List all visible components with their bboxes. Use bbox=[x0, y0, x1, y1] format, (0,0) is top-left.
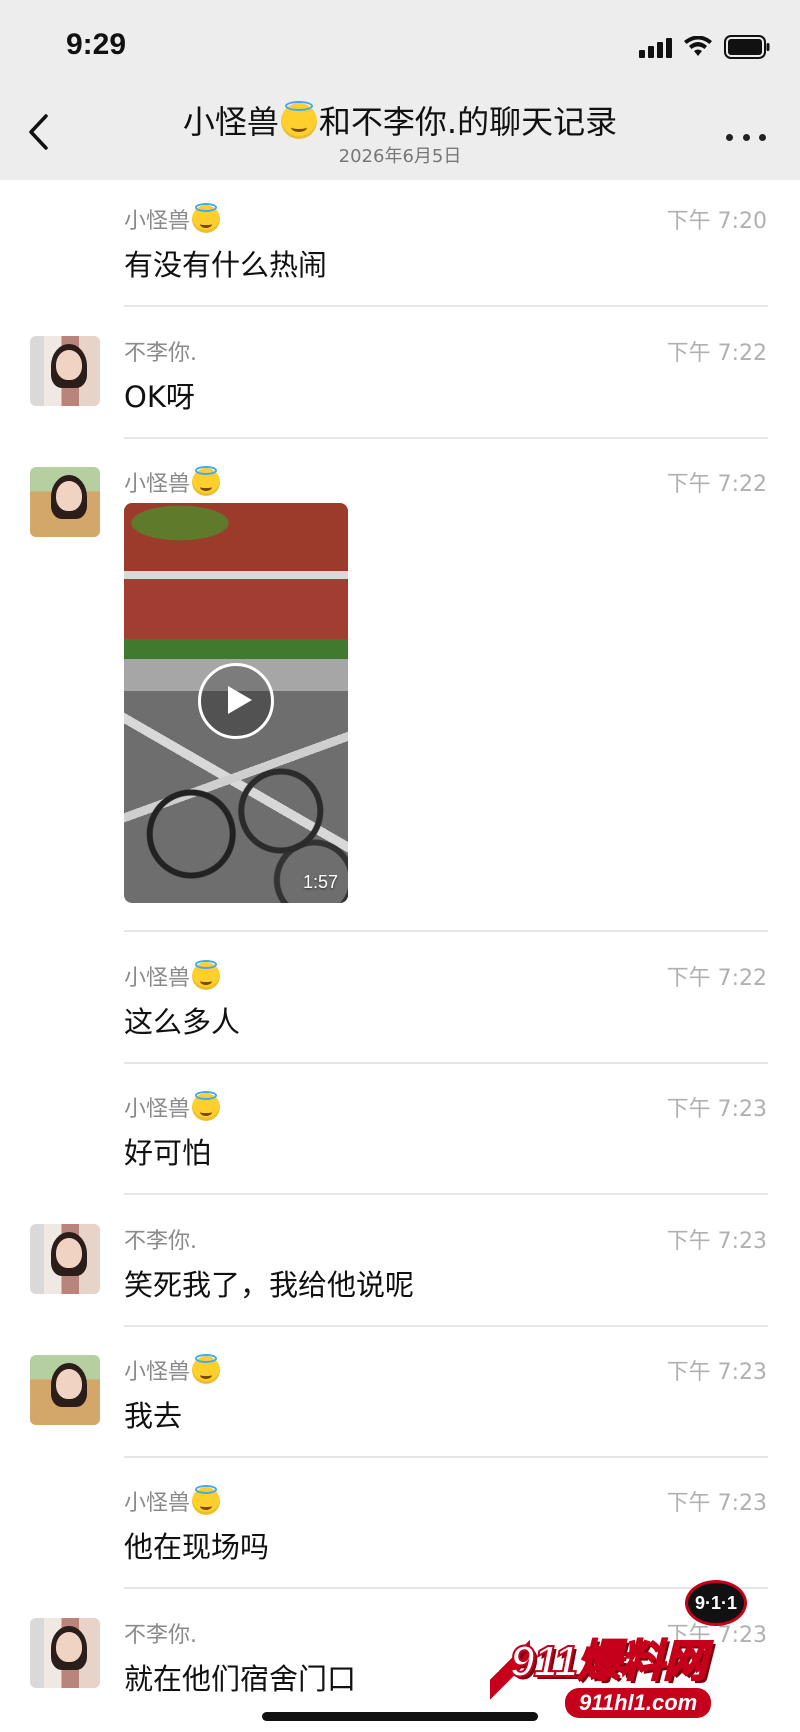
halo-smile-emoji-icon bbox=[192, 960, 221, 990]
divider bbox=[124, 1193, 768, 1195]
message-time: 下午 7:23 bbox=[666, 1097, 767, 1122]
home-indicator[interactable] bbox=[262, 1712, 538, 1721]
signal-icon bbox=[639, 36, 672, 58]
status-icons bbox=[639, 32, 770, 62]
sender-name: 不李你. bbox=[124, 1229, 197, 1254]
sender-name: 小怪兽 bbox=[124, 466, 222, 498]
divider bbox=[124, 437, 768, 439]
message-time: 下午 7:22 bbox=[666, 472, 767, 497]
navigation-bar: 9:29 小怪兽 和不李你.的聊天记录 2026年6月5日 bbox=[0, 0, 800, 180]
watermark-brand: 911爆料网 bbox=[509, 1636, 708, 1687]
message-time: 下午 7:22 bbox=[666, 341, 767, 366]
halo-smile-emoji-icon bbox=[192, 1485, 221, 1515]
message-text[interactable]: 他在现场吗 bbox=[124, 1524, 269, 1566]
chat-date: 2026年6月5日 bbox=[338, 146, 462, 167]
wifi-icon bbox=[684, 36, 712, 58]
title-suffix: 和不李你.的聊天记录 bbox=[318, 103, 618, 141]
avatar[interactable] bbox=[30, 1355, 100, 1425]
battery-icon bbox=[724, 35, 770, 59]
avatar[interactable] bbox=[30, 1224, 100, 1294]
video-thumbnail[interactable]: 1:57 bbox=[124, 503, 348, 903]
sender-name: 小怪兽 bbox=[124, 960, 222, 992]
halo-smile-emoji-icon bbox=[280, 100, 317, 139]
status-time: 9:29 bbox=[66, 28, 127, 61]
divider bbox=[124, 930, 768, 932]
sender-name: 不李你. bbox=[124, 341, 197, 366]
divider bbox=[124, 1062, 768, 1064]
watermark-badge: 9·1·1 bbox=[685, 1580, 747, 1626]
message-time: 下午 7:23 bbox=[666, 1229, 767, 1254]
divider bbox=[124, 305, 768, 307]
halo-smile-emoji-icon bbox=[192, 466, 221, 496]
avatar[interactable] bbox=[30, 336, 100, 406]
title-sender-name: 小怪兽 bbox=[182, 103, 279, 141]
video-duration: 1:57 bbox=[302, 872, 338, 892]
message-time: 下午 7:22 bbox=[666, 966, 767, 991]
message-text[interactable]: 我去 bbox=[124, 1393, 182, 1435]
divider bbox=[124, 1456, 768, 1458]
watermark-site: 911hl1.com bbox=[565, 1688, 712, 1718]
play-icon[interactable] bbox=[198, 663, 274, 739]
message-time: 下午 7:20 bbox=[666, 209, 767, 234]
message-text[interactable]: 就在他们宿舍门口 bbox=[124, 1656, 356, 1698]
sender-name: 小怪兽 bbox=[124, 1091, 222, 1123]
message-text[interactable]: 这么多人 bbox=[124, 999, 240, 1041]
avatar[interactable] bbox=[30, 467, 100, 537]
divider bbox=[124, 1325, 768, 1327]
message-text[interactable]: OK呀 bbox=[124, 374, 195, 416]
sender-name: 小怪兽 bbox=[124, 203, 222, 235]
halo-smile-emoji-icon bbox=[192, 1354, 221, 1384]
watermark-logo: 9·1·1 911爆料网 911hl1.com bbox=[490, 1580, 790, 1730]
sender-name: 小怪兽 bbox=[124, 1485, 222, 1517]
avatar[interactable] bbox=[30, 1618, 100, 1688]
message-time: 下午 7:23 bbox=[666, 1360, 767, 1385]
sender-name: 小怪兽 bbox=[124, 1354, 222, 1386]
more-button[interactable] bbox=[726, 130, 766, 144]
message-text[interactable]: 笑死我了，我给他说呢 bbox=[124, 1262, 414, 1304]
message-text[interactable]: 好可怕 bbox=[124, 1130, 211, 1172]
message-time: 下午 7:23 bbox=[666, 1491, 767, 1516]
page-title: 小怪兽 和不李你.的聊天记录 bbox=[100, 100, 700, 142]
sender-name: 不李你. bbox=[124, 1623, 197, 1648]
halo-smile-emoji-icon bbox=[192, 203, 221, 233]
halo-smile-emoji-icon bbox=[192, 1091, 221, 1121]
message-text[interactable]: 有没有什么热闹 bbox=[124, 242, 327, 284]
more-icon bbox=[726, 133, 733, 141]
